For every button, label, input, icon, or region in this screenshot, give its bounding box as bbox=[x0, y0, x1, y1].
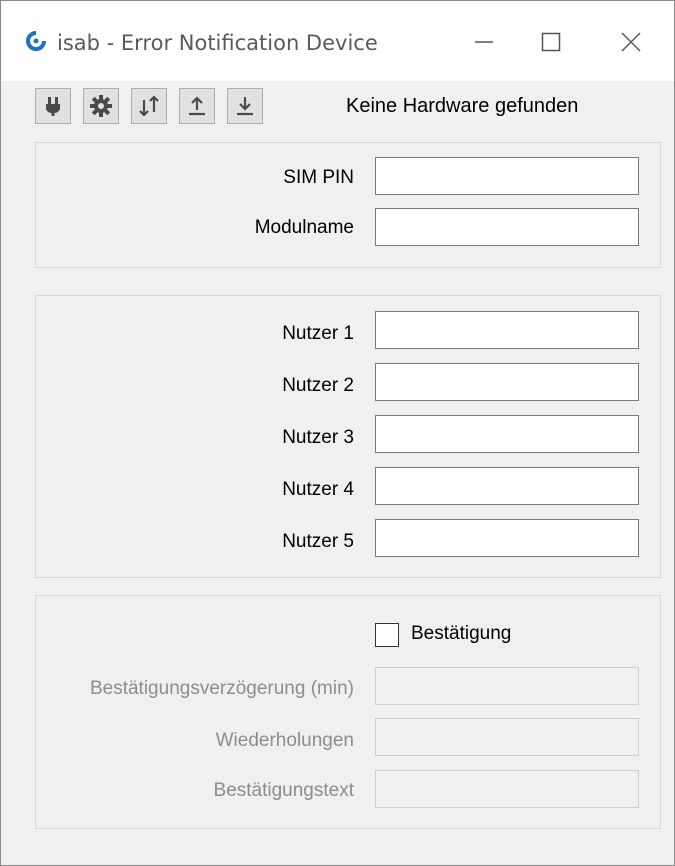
close-icon bbox=[621, 32, 641, 52]
confirmation-delay-label: Bestätigungsverzögerung (min) bbox=[89, 678, 354, 699]
gear-icon bbox=[90, 95, 112, 117]
user-4-label: Nutzer 4 bbox=[282, 479, 354, 500]
maximize-icon bbox=[541, 32, 561, 52]
confirmation-checkbox-label[interactable]: Bestätigung bbox=[411, 623, 511, 645]
module-name-input[interactable] bbox=[375, 208, 639, 246]
window-title: isab - Error Notification Device bbox=[57, 31, 378, 55]
connect-button[interactable] bbox=[35, 88, 71, 124]
confirmation-delay-input[interactable] bbox=[375, 667, 639, 705]
user-3-input[interactable] bbox=[375, 415, 639, 453]
download-button[interactable] bbox=[227, 88, 263, 124]
close-button[interactable] bbox=[601, 21, 661, 63]
user-5-label: Nutzer 5 bbox=[282, 531, 354, 552]
download-icon bbox=[237, 97, 253, 116]
user-1-input[interactable] bbox=[375, 311, 639, 349]
title-bar[interactable]: isab - Error Notification Device bbox=[1, 1, 674, 81]
user-3-label: Nutzer 3 bbox=[282, 427, 354, 448]
sim-pin-label: SIM PIN bbox=[283, 167, 354, 188]
upload-button[interactable] bbox=[179, 88, 215, 124]
upload-icon bbox=[189, 96, 205, 116]
settings-button[interactable] bbox=[83, 88, 119, 124]
app-window: isab - Error Notification Device Keine H… bbox=[0, 0, 675, 866]
confirmation-text-input[interactable] bbox=[375, 770, 639, 808]
confirmation-text-label: Bestätigungstext bbox=[213, 780, 354, 801]
repeats-input[interactable] bbox=[375, 718, 639, 756]
transfer-icon bbox=[139, 95, 159, 117]
plug-icon bbox=[46, 97, 60, 116]
hardware-status-label: Keine Hardware gefunden bbox=[346, 95, 579, 117]
minimize-button[interactable] bbox=[454, 21, 514, 63]
confirmation-checkbox[interactable] bbox=[375, 623, 399, 647]
user-4-input[interactable] bbox=[375, 467, 639, 505]
user-1-label: Nutzer 1 bbox=[282, 323, 354, 344]
module-name-label: Modulname bbox=[254, 217, 354, 238]
user-5-input[interactable] bbox=[375, 519, 639, 557]
sim-pin-input[interactable] bbox=[375, 157, 639, 195]
minimize-icon bbox=[475, 41, 493, 43]
app-logo-icon bbox=[26, 30, 47, 51]
user-2-label: Nutzer 2 bbox=[282, 375, 354, 396]
maximize-button[interactable] bbox=[521, 21, 581, 63]
user-2-input[interactable] bbox=[375, 363, 639, 401]
repeats-label: Wiederholungen bbox=[215, 730, 354, 751]
transfer-button[interactable] bbox=[131, 88, 167, 124]
